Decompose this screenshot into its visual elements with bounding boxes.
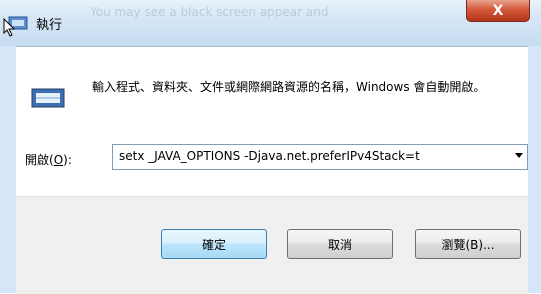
- window-frame-left: [0, 46, 16, 293]
- open-label-accesskey: O: [53, 153, 64, 167]
- background-ghost-text: You may see a black screen appear and: [90, 5, 329, 19]
- open-label-prefix: 開啟(: [25, 153, 54, 167]
- close-button[interactable]: X: [466, 0, 530, 22]
- open-label-suffix: ):: [63, 153, 72, 167]
- command-input-value[interactable]: setx _JAVA_OPTIONS -Djava.net.preferIPv4…: [119, 149, 505, 163]
- dialog-description: 輸入程式、資料夾、文件或網際網路資源的名稱，Windows 會自動開啟。: [92, 80, 486, 94]
- cancel-button[interactable]: 取消: [287, 229, 393, 259]
- browse-button[interactable]: 瀏覽(B)...: [415, 229, 521, 259]
- window-frame-right: [528, 46, 541, 293]
- title-bar: You may see a black screen appear and 執行…: [0, 0, 541, 47]
- run-dialog-icon: [31, 88, 65, 108]
- chevron-down-icon[interactable]: [515, 153, 523, 158]
- window-title: 執行: [36, 18, 63, 33]
- open-label: 開啟(O):: [25, 151, 72, 168]
- command-input[interactable]: setx _JAVA_OPTIONS -Djava.net.preferIPv4…: [112, 144, 528, 170]
- ok-button[interactable]: 確定: [161, 229, 267, 259]
- cursor-icon: [3, 18, 16, 37]
